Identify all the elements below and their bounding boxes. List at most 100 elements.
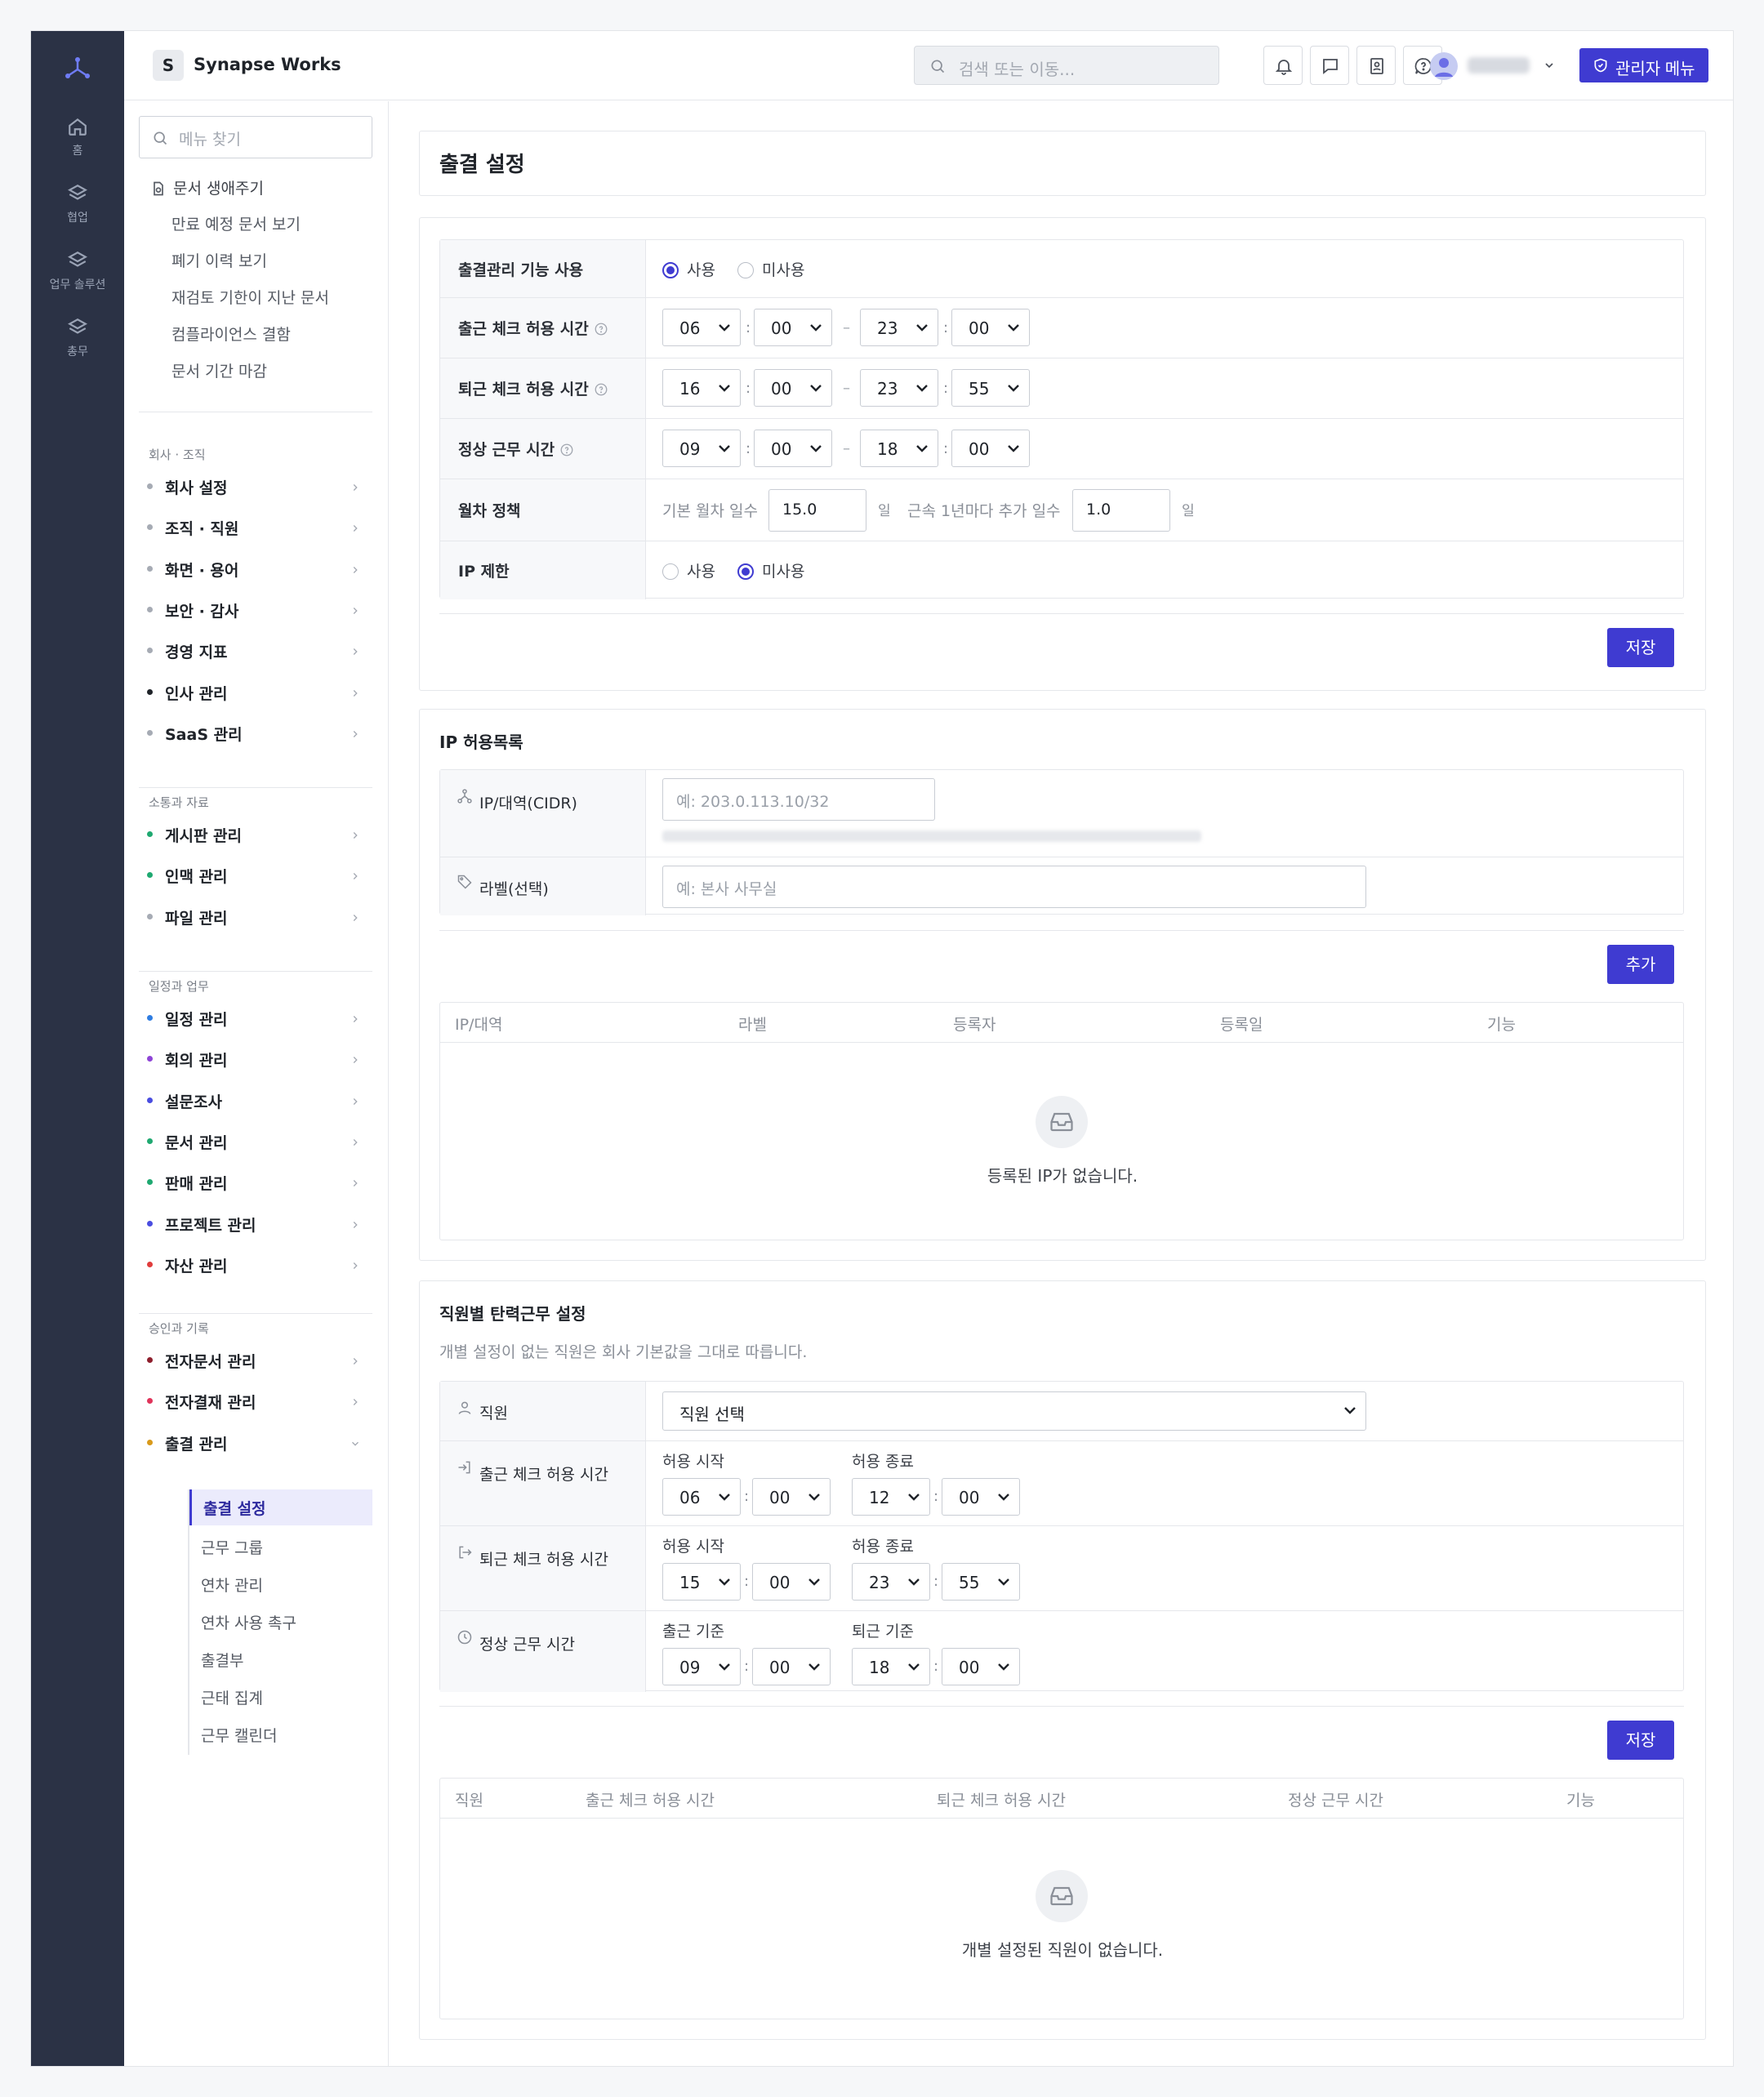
end-minute-select[interactable]: 00 <box>951 430 1030 467</box>
sidebar-menu-item[interactable]: 게시판 관리 <box>147 822 372 847</box>
feature-off-radio[interactable]: 미사용 <box>737 258 804 280</box>
end-hour-select[interactable]: 23 <box>860 369 938 407</box>
ip-on-radio[interactable]: 사용 <box>662 559 715 581</box>
end-hour-select[interactable]: 18 <box>852 1648 930 1685</box>
sidebar-menu-item[interactable]: 인맥 관리 <box>147 863 372 888</box>
sidebar-menu-item[interactable]: 경영 지표 <box>147 639 372 663</box>
save-flex-button[interactable]: 저장 <box>1607 1721 1674 1760</box>
sidebar-menu-item[interactable]: 조직 · 직원 <box>147 515 372 540</box>
sidebar-menu-item[interactable]: 프로젝트 관리 <box>147 1212 372 1236</box>
end-hour-select[interactable]: 23 <box>852 1563 930 1601</box>
flex-table: 직원 출근 체크 허용 시간 퇴근 체크 허용 시간 정상 근무 시간 기능 개… <box>439 1778 1684 2019</box>
sidebar-subitem[interactable]: 근태 집계 <box>201 1686 263 1708</box>
sidebar-menu-item[interactable]: 전자문서 관리 <box>147 1348 372 1373</box>
header-divider <box>440 1042 1683 1043</box>
ip-off-radio[interactable]: 미사용 <box>737 559 804 581</box>
sidebar-item-lifecycle[interactable]: 문서 생애주기 <box>150 176 264 198</box>
save-settings-button[interactable]: 저장 <box>1607 628 1674 667</box>
sidebar-item-label: 일정 관리 <box>165 1011 228 1029</box>
sidebar-subitem[interactable]: 만료 예정 문서 보기 <box>172 212 301 234</box>
sidebar-subitem[interactable]: 폐기 이력 보기 <box>172 249 267 271</box>
employee-select[interactable]: 직원 선택 <box>662 1391 1366 1431</box>
sidebar-subitem[interactable]: 연차 사용 촉구 <box>201 1611 296 1633</box>
end-hour-select[interactable]: 18 <box>860 430 938 467</box>
sidebar-menu-item[interactable]: 출결 관리 <box>147 1431 372 1455</box>
messages-button[interactable] <box>1310 46 1349 85</box>
start-hour-select[interactable]: 06 <box>662 1478 741 1516</box>
rail-item-solutions[interactable]: 업무 솔루션 <box>31 250 124 292</box>
contacts-button[interactable] <box>1356 46 1396 85</box>
sidebar-subitem-active[interactable]: 출결 설정 <box>189 1489 372 1525</box>
sidebar-subitem[interactable]: 근무 캘린더 <box>201 1724 277 1746</box>
select-value: 00 <box>769 1658 791 1677</box>
end-minute-select[interactable]: 55 <box>942 1563 1020 1601</box>
start-minute-select[interactable]: 00 <box>752 1478 831 1516</box>
start-hour-select[interactable]: 16 <box>662 369 741 407</box>
menu-search-input[interactable]: 메뉴 찾기 <box>139 116 372 158</box>
sidebar-menu-item[interactable]: 일정 관리 <box>147 1006 372 1031</box>
end-hour-select[interactable]: 23 <box>860 309 938 346</box>
sidebar-subitem[interactable]: 출결부 <box>201 1649 243 1671</box>
user-name-redacted[interactable] <box>1468 57 1530 73</box>
rail-item-home[interactable]: 홈 <box>31 116 124 158</box>
help-icon[interactable] <box>559 443 574 457</box>
sidebar-menu-item[interactable]: SaaS 관리 <box>147 721 372 746</box>
row-label: 출근 체크 허용 시간 <box>479 1466 608 1484</box>
start-hour-select[interactable]: 09 <box>662 430 741 467</box>
end-hour-select[interactable]: 12 <box>852 1478 930 1516</box>
chevron-down-icon <box>719 385 730 392</box>
add-ip-button[interactable]: 추가 <box>1607 945 1674 984</box>
ip-label-input[interactable]: 예: 본사 사무실 <box>662 866 1366 908</box>
help-icon[interactable] <box>594 322 608 336</box>
cidr-input[interactable]: 예: 203.0.113.10/32 <box>662 778 935 821</box>
feature-on-radio[interactable]: 사용 <box>662 258 715 280</box>
status-dot <box>147 1179 153 1186</box>
start-minute-select[interactable]: 00 <box>754 430 832 467</box>
end-minute-select[interactable]: 55 <box>951 369 1030 407</box>
sidebar-menu-item[interactable]: 인사 관리 <box>147 680 372 705</box>
start-hour-select[interactable]: 06 <box>662 309 741 346</box>
chat-icon <box>1323 59 1338 74</box>
sidebar-menu-item[interactable]: 문서 관리 <box>147 1129 372 1154</box>
start-minute-select[interactable]: 00 <box>752 1563 831 1601</box>
sidebar-menu-item[interactable]: 자산 관리 <box>147 1253 372 1277</box>
user-avatar[interactable] <box>1430 52 1458 80</box>
global-search-input[interactable]: 검색 또는 이동... <box>914 46 1219 85</box>
rail-item-general[interactable]: 총무 <box>31 317 124 359</box>
sidebar-menu-item[interactable]: 회의 관리 <box>147 1047 372 1071</box>
sidebar-menu-item[interactable]: 화면 · 용어 <box>147 557 372 581</box>
start-hour-select[interactable]: 09 <box>662 1648 741 1685</box>
sidebar-menu-item[interactable]: 설문조사 <box>147 1089 372 1113</box>
sidebar-menu-item[interactable]: 회사 설정 <box>147 474 372 499</box>
sidebar-subitem[interactable]: 컴플라이언스 결함 <box>172 323 291 345</box>
sidebar-subitem[interactable]: 연차 관리 <box>201 1574 263 1596</box>
rail-item-collab[interactable]: 협업 <box>31 183 124 225</box>
start-minute-select[interactable]: 00 <box>754 309 832 346</box>
sidebar-subitem[interactable]: 재검토 기한이 지난 문서 <box>172 286 329 308</box>
chevron-down-icon[interactable] <box>1543 59 1556 72</box>
app-logo-icon[interactable] <box>61 51 94 84</box>
end-minute-select[interactable]: 00 <box>942 1478 1020 1516</box>
sidebar-menu-item[interactable]: 파일 관리 <box>147 905 372 929</box>
sidebar-subitem[interactable]: 문서 기간 마감 <box>172 359 267 381</box>
notifications-button[interactable] <box>1263 46 1303 85</box>
admin-menu-button[interactable]: 관리자 메뉴 <box>1579 48 1708 82</box>
sidebar-subitem[interactable]: 근무 그룹 <box>201 1536 263 1558</box>
end-minute-select[interactable]: 00 <box>951 309 1030 346</box>
sidebar-menu-item[interactable]: 판매 관리 <box>147 1170 372 1195</box>
status-dot <box>147 483 153 489</box>
sidebar-menu-item[interactable]: 전자결재 관리 <box>147 1389 372 1414</box>
workspace-name[interactable]: Synapse Works <box>194 55 341 74</box>
sidebar-menu-item[interactable]: 보안 · 감사 <box>147 598 372 622</box>
end-minute-select[interactable]: 00 <box>942 1648 1020 1685</box>
base-leave-input[interactable]: 15.0 <box>768 489 866 532</box>
start-minute-select[interactable]: 00 <box>752 1648 831 1685</box>
start-minute-select[interactable]: 00 <box>754 369 832 407</box>
chevron-right-icon <box>350 827 361 845</box>
help-icon[interactable] <box>594 382 608 397</box>
time-range: 출근 기준 퇴근 기준 09 : 00 18 : 00 <box>646 1611 1683 1692</box>
additional-leave-input[interactable]: 1.0 <box>1072 489 1170 532</box>
workspace-badge[interactable]: S <box>153 50 184 81</box>
start-hour-select[interactable]: 15 <box>662 1563 741 1601</box>
status-dot <box>147 1056 153 1062</box>
